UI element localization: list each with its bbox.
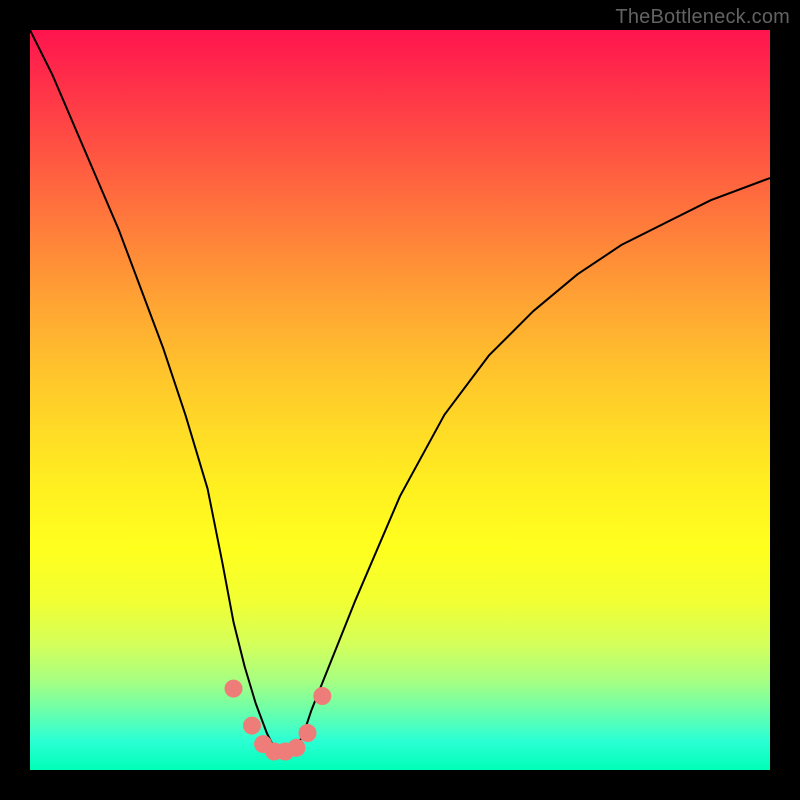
marker-point xyxy=(299,724,317,742)
curve-path xyxy=(30,30,770,755)
marker-point xyxy=(225,680,243,698)
plot-area xyxy=(30,30,770,770)
chart-svg xyxy=(30,30,770,770)
watermark-text: TheBottleneck.com xyxy=(615,6,790,29)
marker-point xyxy=(313,687,331,705)
marker-point xyxy=(243,717,261,735)
line-series xyxy=(30,30,770,755)
marker-point xyxy=(287,739,305,757)
marker-series xyxy=(225,680,332,761)
chart-frame: TheBottleneck.com xyxy=(0,0,800,800)
